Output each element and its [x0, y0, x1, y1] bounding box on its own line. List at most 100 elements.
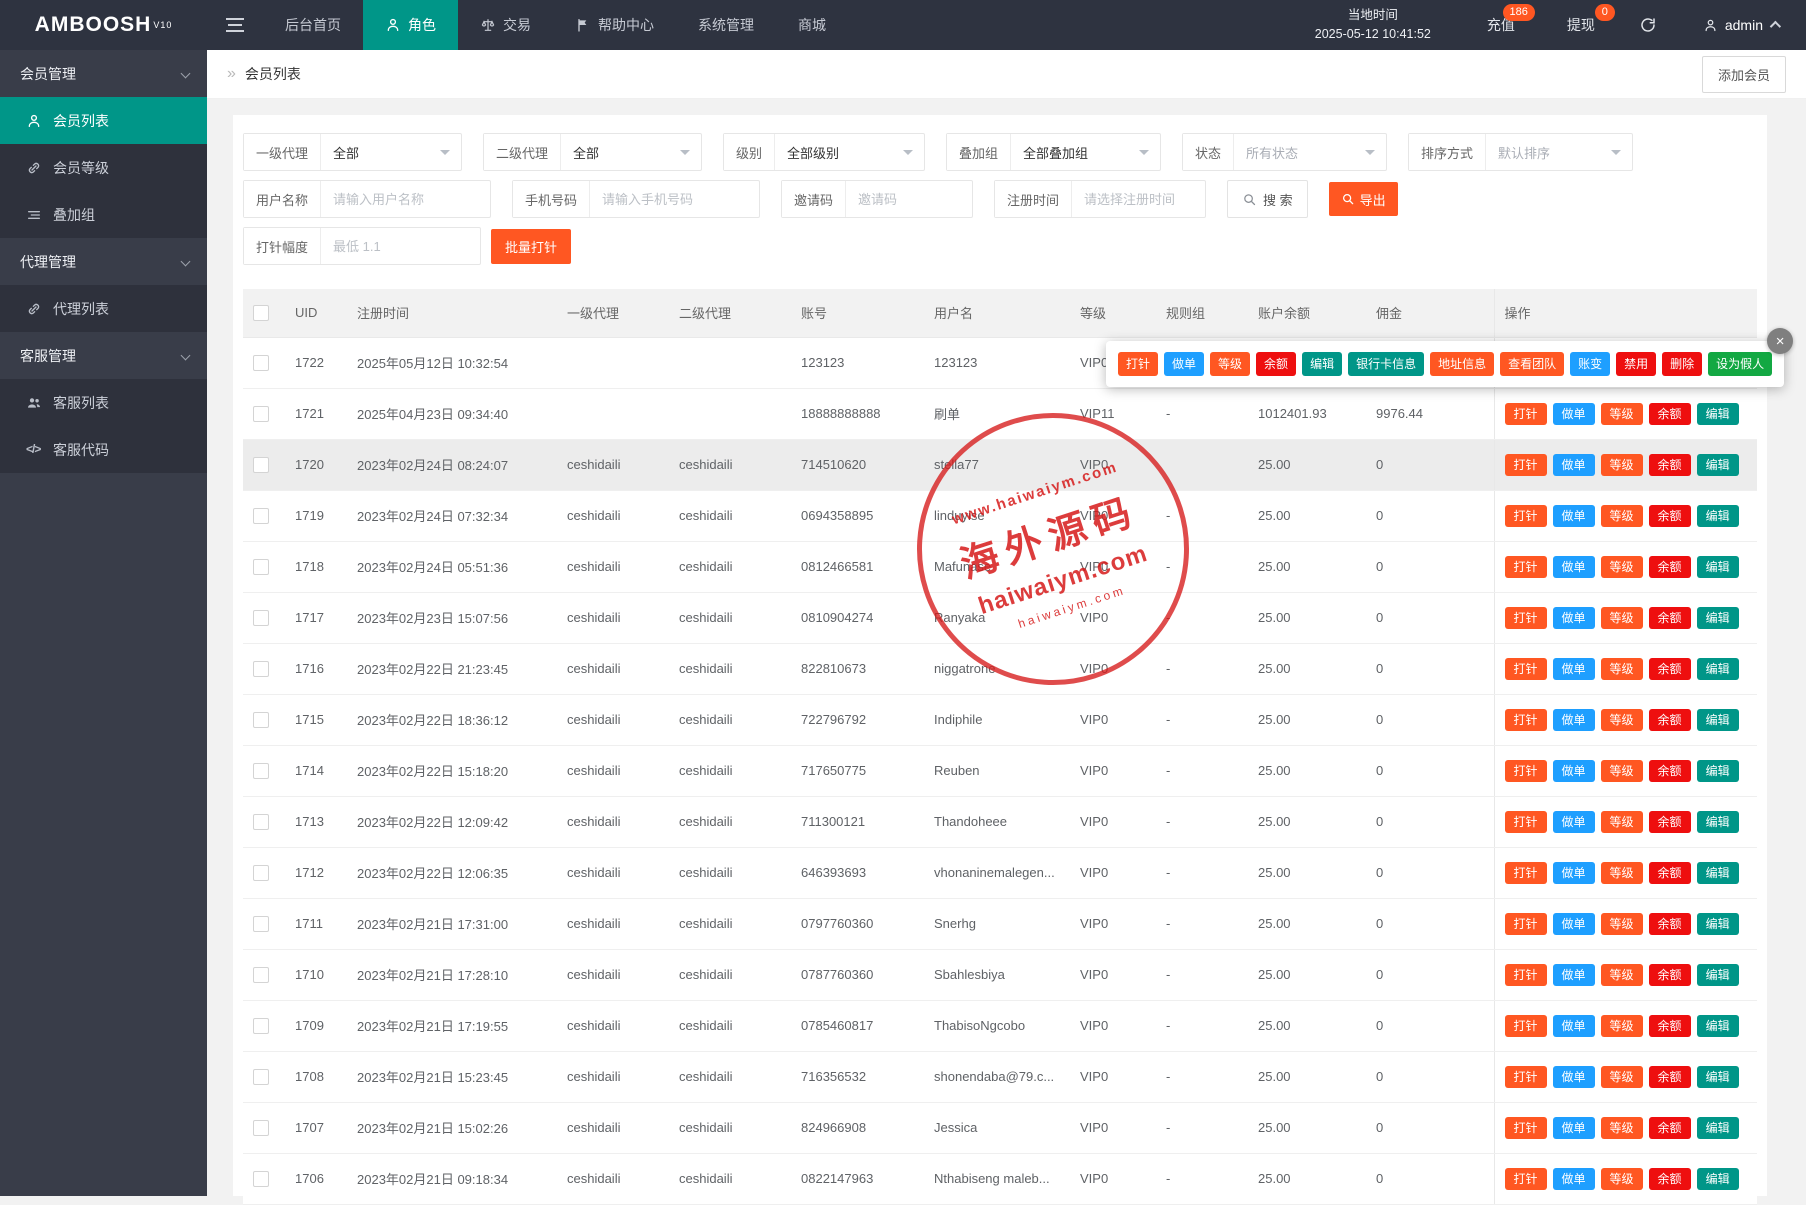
nav-item-system[interactable]: 系统管理 [676, 0, 776, 50]
recharge-link[interactable]: 充值 186 [1461, 0, 1541, 50]
row-action-button[interactable]: 打针 [1505, 403, 1547, 425]
sidebar-group-agent-mgmt[interactable]: 代理管理 [0, 238, 207, 285]
row-checkbox[interactable] [253, 1171, 269, 1187]
sidebar-item-service-code[interactable]: </> 客服代码 [0, 426, 207, 473]
row-action-button[interactable]: 编辑 [1697, 913, 1739, 935]
row-action-button[interactable]: 做单 [1553, 913, 1595, 935]
row-action-button[interactable]: 余额 [1649, 811, 1691, 833]
row-action-button[interactable]: 编辑 [1697, 1066, 1739, 1088]
row-checkbox[interactable] [253, 1120, 269, 1136]
sidebar-item-service-list[interactable]: 客服列表 [0, 379, 207, 426]
row-action-button[interactable]: 打针 [1505, 454, 1547, 476]
row-action-button[interactable]: 做单 [1553, 964, 1595, 986]
popup-action-button[interactable]: 禁用 [1616, 352, 1656, 376]
row-action-button[interactable]: 等级 [1601, 862, 1643, 884]
row-action-button[interactable]: 打针 [1505, 964, 1547, 986]
row-action-button[interactable]: 等级 [1601, 1066, 1643, 1088]
row-action-button[interactable]: 等级 [1601, 403, 1643, 425]
row-action-button[interactable]: 余额 [1649, 1168, 1691, 1190]
row-action-button[interactable]: 编辑 [1697, 1015, 1739, 1037]
popup-action-button[interactable]: 查看团队 [1500, 352, 1564, 376]
row-action-button[interactable]: 等级 [1601, 454, 1643, 476]
row-action-button[interactable]: 编辑 [1697, 709, 1739, 731]
row-action-button[interactable]: 打针 [1505, 913, 1547, 935]
row-action-button[interactable]: 打针 [1505, 658, 1547, 680]
row-checkbox[interactable] [253, 610, 269, 626]
sidebar-item-member-list[interactable]: 会员列表 [0, 97, 207, 144]
row-action-button[interactable]: 余额 [1649, 658, 1691, 680]
row-checkbox[interactable] [253, 406, 269, 422]
nav-item-dashboard[interactable]: 后台首页 [263, 0, 363, 50]
inject-range-input[interactable] [321, 239, 480, 254]
nav-item-trade[interactable]: 交易 [458, 0, 553, 50]
row-action-button[interactable]: 等级 [1601, 811, 1643, 833]
row-action-button[interactable]: 打针 [1505, 760, 1547, 782]
row-action-button[interactable]: 等级 [1601, 1117, 1643, 1139]
row-action-button[interactable]: 做单 [1553, 1015, 1595, 1037]
refresh-icon[interactable] [1621, 16, 1675, 34]
row-action-button[interactable]: 余额 [1649, 454, 1691, 476]
menu-toggle-icon[interactable] [207, 0, 263, 50]
popup-action-button[interactable]: 等级 [1210, 352, 1250, 376]
row-action-button[interactable]: 余额 [1649, 760, 1691, 782]
row-action-button[interactable]: 打针 [1505, 862, 1547, 884]
filter-select-status[interactable]: 状态 所有状态 [1182, 133, 1387, 171]
row-action-button[interactable]: 做单 [1553, 556, 1595, 578]
row-action-button[interactable]: 余额 [1649, 862, 1691, 884]
row-action-button[interactable]: 做单 [1553, 1066, 1595, 1088]
row-action-button[interactable]: 编辑 [1697, 403, 1739, 425]
row-action-button[interactable]: 余额 [1649, 1117, 1691, 1139]
row-action-button[interactable]: 做单 [1553, 1117, 1595, 1139]
row-action-button[interactable]: 打针 [1505, 505, 1547, 527]
row-action-button[interactable]: 做单 [1553, 658, 1595, 680]
export-button[interactable]: 导出 [1329, 182, 1398, 216]
filter-select-stack-group[interactable]: 叠加组 全部叠加组 [946, 133, 1161, 171]
row-checkbox[interactable] [253, 916, 269, 932]
row-checkbox[interactable] [253, 1018, 269, 1034]
row-action-button[interactable]: 做单 [1553, 862, 1595, 884]
row-action-button[interactable]: 做单 [1553, 811, 1595, 833]
row-action-button[interactable]: 余额 [1649, 1066, 1691, 1088]
popup-action-button[interactable]: 编辑 [1302, 352, 1342, 376]
row-action-button[interactable]: 打针 [1505, 811, 1547, 833]
row-action-button[interactable]: 余额 [1649, 709, 1691, 731]
sidebar-item-member-level[interactable]: 会员等级 [0, 144, 207, 191]
popup-action-button[interactable]: 删除 [1662, 352, 1702, 376]
popup-action-button[interactable]: 余额 [1256, 352, 1296, 376]
row-action-button[interactable]: 余额 [1649, 913, 1691, 935]
filter-select-level[interactable]: 级别 全部级别 [723, 133, 925, 171]
sidebar-group-service-mgmt[interactable]: 客服管理 [0, 332, 207, 379]
row-action-button[interactable]: 做单 [1553, 709, 1595, 731]
row-action-button[interactable]: 余额 [1649, 403, 1691, 425]
row-action-button[interactable]: 编辑 [1697, 607, 1739, 629]
row-action-button[interactable]: 编辑 [1697, 505, 1739, 527]
row-action-button[interactable]: 编辑 [1697, 454, 1739, 476]
row-action-button[interactable]: 打针 [1505, 556, 1547, 578]
add-member-button[interactable]: 添加会员 [1702, 56, 1786, 93]
row-action-button[interactable]: 打针 [1505, 1117, 1547, 1139]
search-button[interactable]: 搜 索 [1227, 180, 1308, 218]
sidebar-group-member-mgmt[interactable]: 会员管理 [0, 50, 207, 97]
row-action-button[interactable]: 等级 [1601, 709, 1643, 731]
row-action-button[interactable]: 做单 [1553, 403, 1595, 425]
row-checkbox[interactable] [253, 865, 269, 881]
nav-item-roles[interactable]: 角色 [363, 0, 458, 50]
row-action-button[interactable]: 余额 [1649, 1015, 1691, 1037]
row-action-button[interactable]: 编辑 [1697, 964, 1739, 986]
row-action-button[interactable]: 做单 [1553, 607, 1595, 629]
user-menu[interactable]: admin [1675, 17, 1806, 33]
row-action-button[interactable]: 等级 [1601, 1015, 1643, 1037]
popup-action-button[interactable]: 账变 [1570, 352, 1610, 376]
invite-code-input[interactable] [846, 192, 972, 207]
row-action-button[interactable]: 余额 [1649, 556, 1691, 578]
sidebar-item-agent-list[interactable]: 代理列表 [0, 285, 207, 332]
popup-action-button[interactable]: 做单 [1164, 352, 1204, 376]
row-action-button[interactable]: 等级 [1601, 658, 1643, 680]
row-action-button[interactable]: 做单 [1553, 760, 1595, 782]
row-checkbox[interactable] [253, 508, 269, 524]
row-action-button[interactable]: 等级 [1601, 607, 1643, 629]
row-action-button[interactable]: 做单 [1553, 505, 1595, 527]
row-action-button[interactable]: 等级 [1601, 1168, 1643, 1190]
row-action-button[interactable]: 编辑 [1697, 658, 1739, 680]
nav-item-help-center[interactable]: 帮助中心 [553, 0, 676, 50]
